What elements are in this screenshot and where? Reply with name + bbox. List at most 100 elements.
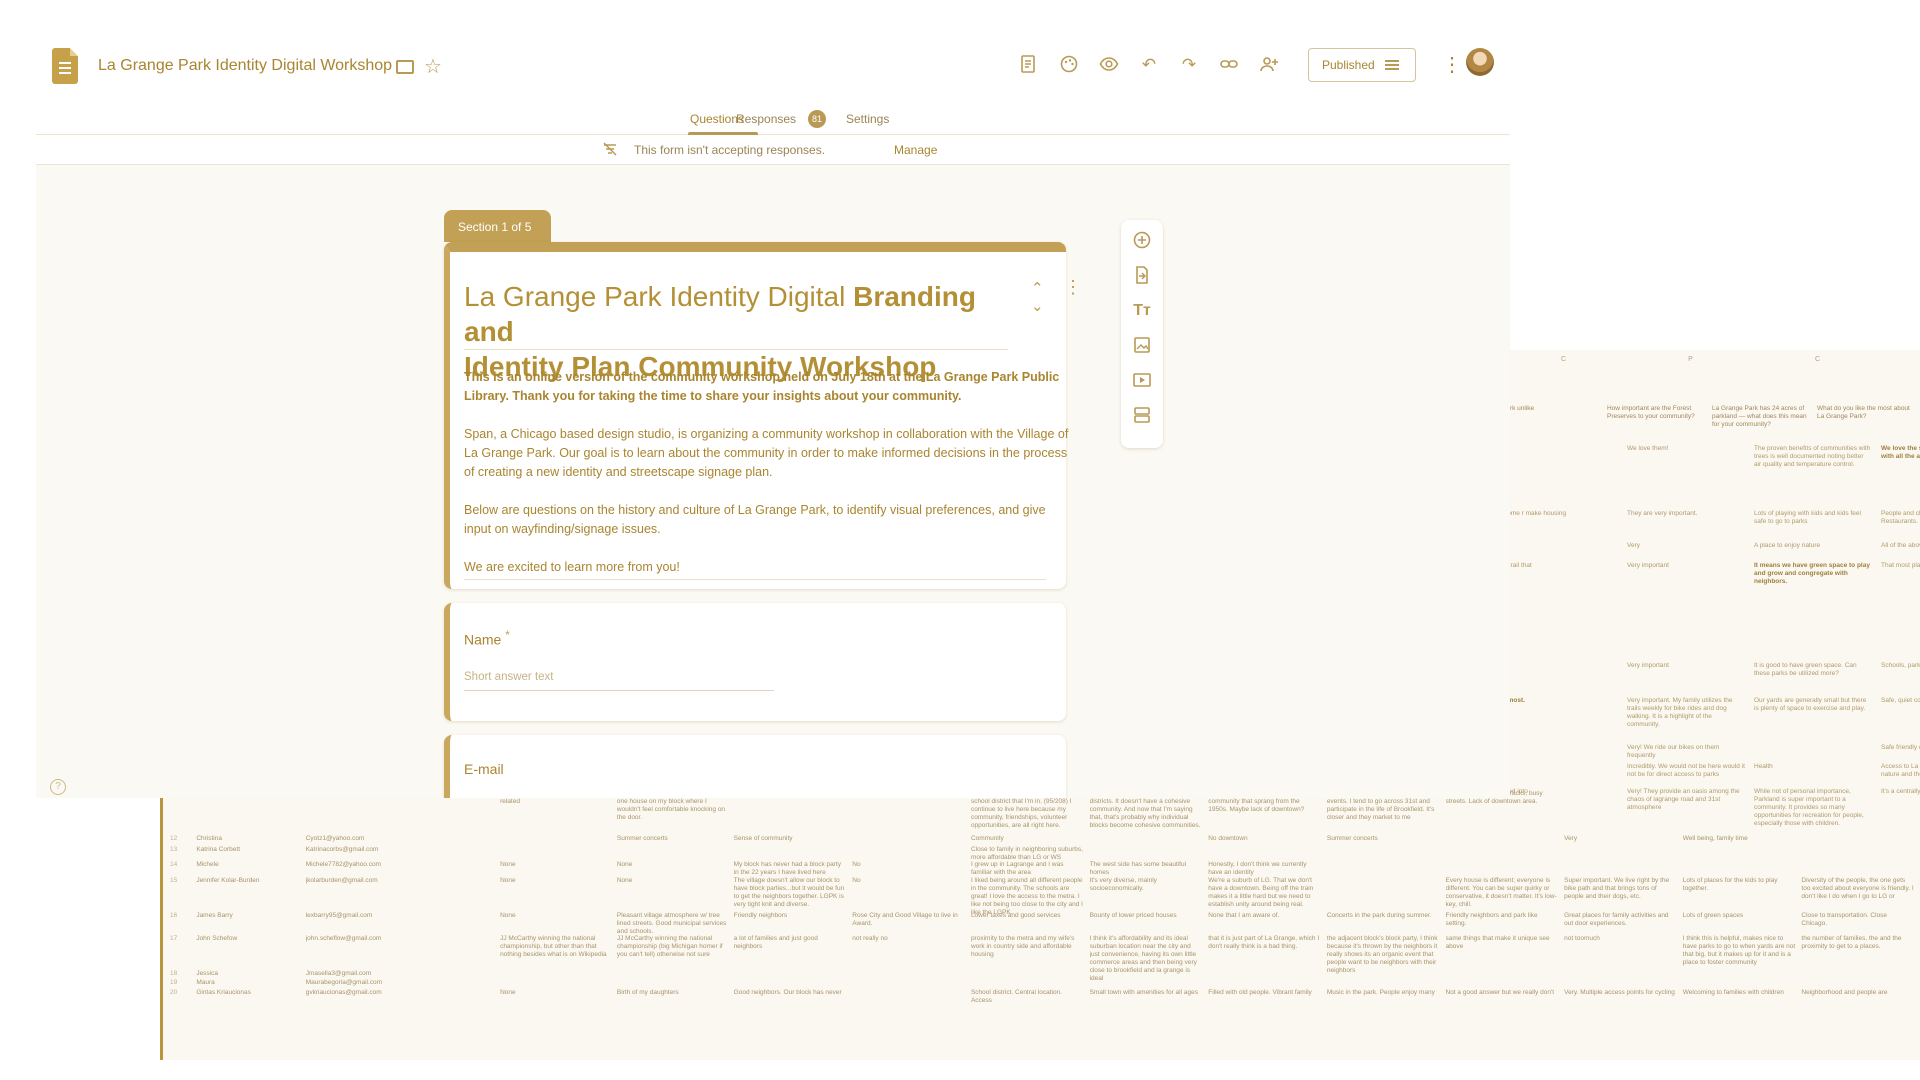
sheet-cell[interactable] (1208, 970, 1327, 978)
sheet-cell[interactable] (617, 979, 734, 987)
column-header[interactable]: C (1754, 356, 1881, 368)
sheet-cell[interactable]: Maurabegoria@gmail.com (306, 979, 500, 987)
column-title[interactable]: What do you like the most about La Grang… (1815, 405, 1920, 429)
sheet-cell[interactable] (734, 970, 853, 978)
sheet-cell[interactable]: Summer concerts (617, 835, 734, 843)
sheet-cell[interactable] (1564, 790, 1683, 830)
sheet-cell[interactable]: None (500, 912, 617, 936)
sheet-cell[interactable] (1327, 877, 1446, 917)
sheet-cell[interactable]: Very important. My family utilizes the t… (1627, 697, 1745, 729)
sheet-cell[interactable]: 12 (170, 835, 196, 843)
sheet-cell[interactable] (1208, 846, 1327, 862)
sheet-cell[interactable] (734, 979, 853, 987)
sheet-cell[interactable]: They are very important. (1627, 510, 1745, 518)
add-image-icon[interactable] (1131, 335, 1153, 357)
sheet-cell[interactable] (617, 970, 734, 978)
sheet-cell[interactable]: Gintas Kriaucionas (196, 989, 305, 1005)
sheet-cell[interactable]: None that I am aware of. (1208, 912, 1327, 936)
sheet-cell[interactable]: Music in the park. People enjoy many (1327, 989, 1446, 1005)
sheet-cell[interactable]: Our yards are generally small but there … (1754, 697, 1872, 713)
sheet-cell[interactable]: lexbarry95@gmail.com (306, 912, 500, 936)
sheet-cell[interactable]: Super important. We live right by the bi… (1564, 877, 1683, 917)
sheet-cell[interactable]: None (500, 861, 617, 877)
sheet-cell[interactable] (1683, 861, 1802, 877)
sheet-cell[interactable]: Friendly neighbors (734, 912, 853, 936)
sheet-cell[interactable]: ke trail that (1500, 562, 1618, 570)
sheet-cell[interactable]: I grew up in Lagrange and I was familiar… (971, 861, 1090, 877)
sheet-cell[interactable] (617, 846, 734, 862)
sheet-cell[interactable] (852, 979, 971, 987)
sheet-cell[interactable] (1801, 970, 1920, 978)
sheet-cell[interactable] (1090, 835, 1209, 843)
sheet-cell[interactable] (1446, 861, 1565, 877)
column-title[interactable]: How important are the Forest Preserves t… (1605, 405, 1710, 429)
sheet-cell[interactable] (1564, 846, 1683, 862)
sheet-cell[interactable]: Cyotz1@yahoo.com (306, 835, 500, 843)
form-title-card[interactable]: La Grange Park Identity Digital Branding… (444, 242, 1082, 589)
short-answer-field[interactable]: Short answer text (464, 671, 774, 691)
sheet-cell[interactable]: The west side has some beautiful homes (1090, 861, 1209, 877)
sheet-cell[interactable]: Community (971, 835, 1090, 843)
sheet-cell[interactable] (1446, 979, 1565, 987)
add-question-icon[interactable] (1131, 230, 1153, 252)
sheet-cell[interactable]: Welcoming to families with children (1683, 989, 1802, 1005)
sheet-cell[interactable]: Pleasant village atmosphere w/ tree line… (617, 912, 734, 936)
sheet-cell[interactable]: All of the above answers (1881, 542, 1920, 550)
sheet-cell[interactable] (1327, 861, 1446, 877)
sheet-cell[interactable]: None (617, 861, 734, 877)
sheet-cell[interactable] (852, 846, 971, 862)
published-button[interactable]: Published (1308, 48, 1416, 82)
sheet-cell[interactable]: Jessica (196, 970, 305, 978)
sheet-cell[interactable]: Small town with amenities for all ages (1090, 989, 1209, 1005)
sheet-cell[interactable] (1327, 846, 1446, 862)
sheet-cell[interactable]: Close to transportation. Close Chicago. (1801, 912, 1920, 936)
sheet-cell[interactable] (500, 846, 617, 862)
sheet-cell[interactable]: Michele (196, 861, 305, 877)
folder-icon[interactable] (396, 60, 414, 74)
sheet-cell[interactable]: Lots of places for the kids to play toge… (1683, 877, 1802, 917)
column-title[interactable]: La Grange Park has 24 acres of parkland … (1710, 405, 1815, 429)
question-card-name[interactable]: Name * Short answer text (444, 603, 1066, 721)
sheet-cell[interactable]: James Barry (196, 912, 305, 936)
sheet-cell[interactable]: Diversity of the people, the one gets to… (1801, 877, 1920, 917)
form-description[interactable]: This is an online version of the communi… (464, 368, 1076, 596)
sheet-cell[interactable]: School district. Central location. Acces… (971, 989, 1090, 1005)
sheet-cell[interactable]: None (500, 989, 617, 1005)
palette-icon[interactable] (1058, 54, 1080, 76)
sheet-cell[interactable]: Health (1754, 763, 1872, 771)
sheet-cell[interactable]: Access to La Grange down to paths and na… (1881, 763, 1920, 779)
sheet-cell[interactable]: It's very diverse, mainly socioeconomica… (1090, 877, 1209, 917)
sheet-cell[interactable]: Rose City and Good Village to live in Aw… (852, 912, 971, 936)
sheet-cell[interactable] (1801, 846, 1920, 862)
sheet-cell[interactable]: Birth of my daughters (617, 989, 734, 1005)
sheet-cell[interactable]: It is good to have green space. Can thes… (1754, 662, 1872, 678)
sheet-cell[interactable]: Close to family in neighboring suburbs, … (971, 846, 1090, 862)
sheet-cell[interactable] (1446, 970, 1565, 978)
sheet-cell[interactable]: The village doesn't allow our block to h… (734, 877, 853, 917)
sheet-cell[interactable] (852, 835, 971, 843)
sheet-cell[interactable]: Well being, family time (1683, 835, 1802, 843)
sheet-cell[interactable]: Every house is different; everyone is di… (1446, 877, 1565, 917)
sheet-cell[interactable]: A place to enjoy nature (1754, 542, 1872, 550)
sheet-cell[interactable]: Katrinacorbs@gmail.com (306, 846, 500, 862)
sheet-cell[interactable]: Summer concerts (1327, 835, 1446, 843)
sheet-cell[interactable]: We're a suburb of LG. That we don't have… (1208, 877, 1327, 917)
sheet-cell[interactable] (500, 835, 617, 843)
preview-eye-icon[interactable] (1098, 54, 1120, 76)
document-title[interactable]: La Grange Park Identity Digital Workshop (98, 57, 392, 75)
sheet-cell[interactable]: Lower taxes and good services (971, 912, 1090, 936)
sheet-cell[interactable]: Good neighbors. Our block has never (734, 989, 853, 1005)
sheet-cell[interactable]: r some r make housing (1500, 510, 1618, 518)
sheet-cell[interactable]: 13 (170, 846, 196, 862)
sheet-cell[interactable]: Safe, quiet community. (1881, 697, 1920, 705)
sheet-cell[interactable] (1683, 970, 1802, 978)
sheet-cell[interactable]: Jennifer Kolar-Burden (196, 877, 305, 917)
sheet-cell[interactable]: I liked being around all different peopl… (971, 877, 1090, 917)
section-more-icon[interactable]: ⋮ (1064, 277, 1082, 298)
sheet-cell[interactable]: Neighborhood and people are (1801, 989, 1920, 1005)
sheet-cell[interactable]: Very important (1627, 562, 1745, 570)
sheet-cell[interactable] (1683, 790, 1802, 830)
sheet-cell[interactable]: No (852, 861, 971, 877)
sheet-cell[interactable] (1446, 835, 1565, 843)
question-card-email[interactable]: E-mail (444, 735, 1066, 798)
